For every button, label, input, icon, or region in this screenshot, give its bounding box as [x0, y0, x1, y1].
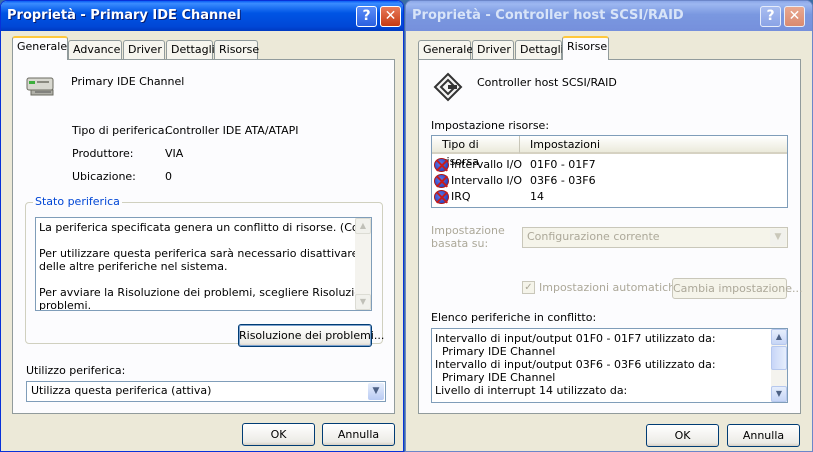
- device-status-text: La periferica specificata genera un conf…: [35, 217, 372, 311]
- table-row[interactable]: Intervallo I/O 03F6 - 03F6: [434, 173, 784, 189]
- ide-controller-icon: [25, 74, 59, 98]
- device-type-label: Tipo di periferica:: [72, 124, 169, 137]
- troubleshoot-button[interactable]: Risoluzione dei problemi...: [238, 324, 384, 347]
- column-header-settings[interactable]: Impostazioni: [520, 136, 787, 154]
- help-button[interactable]: ?: [760, 6, 781, 27]
- resource-type: Intervallo I/O: [451, 158, 523, 171]
- left-properties-window: Proprietà - Primary IDE Channel ? ✕ Gene…: [0, 0, 404, 452]
- status-line: problemi.: [39, 299, 92, 311]
- tab-dettagli[interactable]: Dettagli: [515, 40, 564, 60]
- status-scrollbar[interactable]: ▲ ▼: [355, 218, 371, 310]
- resource-type: IRQ: [451, 190, 471, 203]
- resource-setting: 14: [530, 190, 544, 203]
- resource-setting: 03F6 - 03F6: [530, 174, 596, 187]
- conflict-line: Intervallo di input/output 03F6 - 03F6 u…: [435, 358, 716, 371]
- auto-settings-label: Impostazioni automatiche: [539, 281, 682, 294]
- conflict-list-label: Elenco periferiche in conflitto:: [431, 311, 597, 324]
- resource-type: Intervallo I/O: [451, 174, 523, 187]
- close-button[interactable]: ✕: [784, 6, 805, 27]
- based-on-value: Configurazione corrente: [527, 230, 660, 243]
- scroll-up-icon[interactable]: ▲: [771, 329, 787, 345]
- tab-generale[interactable]: Generale: [418, 40, 473, 60]
- change-setting-button[interactable]: Cambia impostazione...: [672, 278, 802, 299]
- manufacturer-value: VIA: [165, 147, 184, 160]
- tab-generale[interactable]: Generale: [12, 36, 68, 60]
- tab-driver[interactable]: Driver: [123, 40, 165, 60]
- chevron-down-icon[interactable]: ▼: [770, 229, 786, 246]
- tab-risorse[interactable]: Risorse: [214, 40, 259, 60]
- device-usage-label: Utilizzo periferica:: [26, 364, 126, 377]
- left-tab-panel: Primary IDE Channel Tipo di periferica: …: [12, 59, 395, 414]
- tab-advance[interactable]: Advance: [68, 40, 122, 60]
- based-on-label: Impostazione: [431, 224, 505, 237]
- resource-conflict-icon: [434, 158, 449, 172]
- right-window-title: Proprietà - Controller host SCSI/RAID: [412, 8, 684, 23]
- based-on-label-2: basata su:: [431, 237, 489, 250]
- conflict-list: Intervallo di input/output 01F0 - 01F7 u…: [431, 328, 788, 403]
- conflict-line: Intervallo di input/output 01F0 - 01F7 u…: [435, 332, 716, 345]
- right-tab-panel: Controller host SCSI/RAID Impostazione r…: [418, 59, 802, 414]
- conflict-scrollbar[interactable]: ▲ ▼: [771, 329, 787, 402]
- tab-driver[interactable]: Driver: [472, 40, 514, 60]
- device-status-group: Stato periferica La periferica specifica…: [25, 195, 384, 347]
- tab-risorse[interactable]: Risorse: [562, 36, 609, 60]
- status-line: delle altre periferiche nel sistema.: [39, 260, 228, 273]
- status-line: La periferica specificata genera un conf…: [39, 221, 372, 234]
- device-usage-value: Utilizza questa periferica (attiva): [31, 384, 212, 397]
- device-name: Primary IDE Channel: [71, 75, 185, 88]
- scroll-thumb[interactable]: [771, 346, 787, 370]
- scroll-down-icon[interactable]: ▼: [771, 386, 787, 402]
- column-header-type[interactable]: Tipo di risorsa: [432, 136, 520, 168]
- left-titlebar[interactable]: Proprietà - Primary IDE Channel ? ✕: [1, 1, 403, 31]
- device-type-value: Controller IDE ATA/ATAPI: [165, 124, 299, 137]
- right-titlebar[interactable]: Proprietà - Controller host SCSI/RAID ? …: [406, 1, 812, 31]
- resource-settings-label: Impostazione risorse:: [431, 119, 550, 132]
- based-on-select[interactable]: Configurazione corrente ▼: [522, 227, 788, 248]
- left-window-title: Proprietà - Primary IDE Channel: [7, 8, 241, 23]
- status-line: Per avviare la Risoluzione dei problemi,…: [39, 286, 372, 299]
- scroll-up-icon[interactable]: ▲: [355, 218, 371, 234]
- resource-list: Tipo di risorsa Impostazioni Intervallo …: [431, 135, 788, 208]
- status-line: Per utilizzare questa periferica sarà ne…: [39, 247, 372, 260]
- cancel-button[interactable]: Annulla: [727, 424, 800, 447]
- auto-settings-checkbox[interactable]: ✓: [522, 281, 535, 294]
- ok-button[interactable]: OK: [242, 423, 315, 446]
- location-label: Ubicazione:: [72, 170, 136, 183]
- resource-setting: 01F0 - 01F7: [530, 158, 596, 171]
- right-properties-window: Proprietà - Controller host SCSI/RAID ? …: [405, 0, 813, 452]
- help-button[interactable]: ?: [356, 6, 377, 27]
- resource-conflict-icon: [434, 174, 449, 188]
- scsi-controller-icon: [433, 72, 463, 102]
- close-button[interactable]: ✕: [380, 6, 401, 27]
- location-value: 0: [165, 170, 172, 183]
- device-name: Controller host SCSI/RAID: [477, 76, 617, 89]
- conflict-line: Primary IDE Channel: [435, 371, 556, 384]
- conflict-line: Livello di interrupt 14 utilizzato da:: [435, 384, 628, 397]
- conflict-line: Primary IDE Channel: [435, 345, 556, 358]
- ok-button[interactable]: OK: [646, 424, 719, 447]
- table-row[interactable]: IRQ 14: [434, 189, 784, 205]
- chevron-down-icon[interactable]: ▼: [368, 383, 384, 400]
- device-usage-select[interactable]: Utilizza questa periferica (attiva) ▼: [26, 381, 386, 402]
- cancel-button[interactable]: Annulla: [322, 423, 395, 446]
- manufacturer-label: Produttore:: [72, 147, 134, 160]
- scroll-down-icon[interactable]: ▼: [355, 294, 371, 310]
- tab-dettagli[interactable]: Dettagli: [166, 40, 215, 60]
- device-status-title: Stato periferica: [33, 195, 122, 208]
- resource-conflict-icon: [434, 190, 449, 204]
- table-row[interactable]: Intervallo I/O 01F0 - 01F7: [434, 157, 784, 173]
